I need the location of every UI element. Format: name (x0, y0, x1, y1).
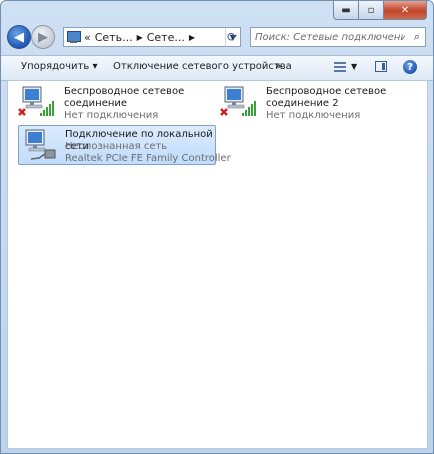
breadcrumb-overflow[interactable]: « (82, 31, 93, 44)
connections-list: Беспроводное сетевое соединение Нет подк… (7, 80, 428, 449)
lan-connection-icon (25, 129, 56, 160)
disable-device-button[interactable]: Отключение сетевого устройства (113, 61, 292, 72)
wireless-disconnected-icon (220, 86, 256, 116)
search-icon[interactable]: ⌕ (409, 30, 425, 44)
minimize-button[interactable]: ▬ (333, 1, 359, 20)
connection-name: Беспроводное сетевое соединение (64, 86, 185, 109)
close-button[interactable]: ✕ (384, 1, 427, 20)
help-icon[interactable]: ? (403, 60, 417, 74)
chevron-right-icon[interactable]: ▶ (187, 33, 197, 42)
adapter-name: Realtek PCIe FE Family Controller (65, 153, 231, 164)
refresh-icon[interactable]: ⟳ (223, 27, 241, 47)
connection-item-local-area[interactable]: Подключение по локальной сети Неопознанн… (18, 125, 231, 165)
connection-name: Беспроводное сетевое соединение 2 (266, 86, 387, 109)
connection-item-wireless[interactable]: Беспроводное сетевое соединение Нет подк… (18, 85, 208, 121)
forward-button[interactable]: ▶ (31, 25, 55, 49)
command-bar: Упорядочить ▾ Отключение сетевого устрой… (1, 55, 433, 81)
change-view-icon[interactable] (333, 60, 347, 74)
breadcrumb-network-connections[interactable]: Сете... (145, 31, 187, 44)
connection-item-wireless-2[interactable]: Беспроводное сетевое соединение 2 Нет по… (220, 85, 410, 121)
explorer-window: ▬ ▫ ✕ ◀ ▶ « Сеть... ▶ Сете... ▶ ▼ ⟳ ⌕ Уп… (0, 0, 434, 454)
maximize-button[interactable]: ▫ (359, 1, 384, 20)
preview-pane-icon[interactable] (375, 61, 387, 72)
connection-status: Неопознанная сеть (65, 141, 168, 152)
address-bar[interactable]: « Сеть... ▶ Сете... ▶ ▼ (63, 27, 241, 47)
organize-button[interactable]: Упорядочить ▾ (21, 61, 97, 72)
search-input[interactable] (251, 31, 409, 43)
wireless-disconnected-icon (18, 86, 54, 116)
more-commands-button[interactable]: » (275, 61, 281, 72)
caption-buttons: ▬ ▫ ✕ (333, 1, 427, 20)
connection-status: Нет подключения (266, 110, 361, 121)
search-box[interactable]: ⌕ (250, 27, 426, 47)
chevron-right-icon[interactable]: ▶ (135, 33, 145, 42)
view-dropdown-icon[interactable]: ▼ (351, 62, 357, 71)
back-button[interactable]: ◀ (7, 25, 31, 49)
connection-status: Нет подключения (64, 110, 159, 121)
breadcrumb-network[interactable]: Сеть... (93, 31, 135, 44)
network-folder-icon (66, 30, 82, 44)
